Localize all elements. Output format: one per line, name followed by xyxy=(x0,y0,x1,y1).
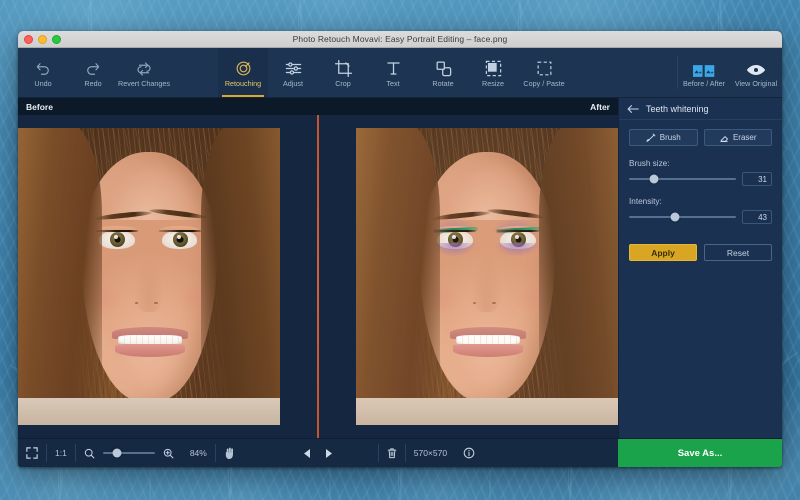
minimize-button[interactable] xyxy=(38,34,47,44)
pane-gap-left xyxy=(280,115,317,438)
brush-size-value[interactable]: 31 xyxy=(742,172,772,186)
portrait-before xyxy=(18,128,280,425)
before-image-pane[interactable] xyxy=(18,128,280,425)
brush-mode-label: Brush xyxy=(659,133,681,142)
undo-button[interactable]: Undo xyxy=(18,48,68,97)
close-button[interactable] xyxy=(24,34,33,44)
window-title: Photo Retouch Movavi: Easy Portrait Edit… xyxy=(292,34,508,44)
panel-title: Teeth whitening xyxy=(646,103,709,114)
window-controls xyxy=(24,34,61,44)
zoom-button[interactable] xyxy=(52,34,61,44)
reset-button[interactable]: Reset xyxy=(704,244,772,261)
tool-retouching-label: Retouching xyxy=(224,78,262,88)
undo-label: Undo xyxy=(34,78,52,88)
window-titlebar: Photo Retouch Movavi: Easy Portrait Edit… xyxy=(18,31,782,48)
rotate-icon xyxy=(434,58,453,78)
image-canvas[interactable] xyxy=(18,115,619,438)
tool-resize-label: Resize xyxy=(482,78,504,88)
eraser-mode-label: Eraser xyxy=(732,133,757,142)
brush-size-label: Brush size: xyxy=(629,159,670,168)
panel-actions: Apply Reset xyxy=(629,244,772,261)
brush-size-knob[interactable] xyxy=(649,174,659,184)
tool-text-label: Text xyxy=(386,78,400,88)
before-after-button[interactable]: Before / After xyxy=(678,48,730,97)
pane-gap-right xyxy=(319,115,356,438)
tool-text[interactable]: Text xyxy=(368,48,418,97)
intensity-slider[interactable] xyxy=(629,212,736,222)
eraser-mode-button[interactable]: Eraser xyxy=(703,129,772,146)
toolbar-history-group: Undo Redo Revert Changes xyxy=(18,48,170,97)
redo-label: Redo xyxy=(84,78,102,88)
brush-size-slider-row: 31 xyxy=(629,172,772,186)
revert-changes-button[interactable]: Revert Changes xyxy=(118,48,170,97)
prev-arrow-icon[interactable] xyxy=(302,448,312,459)
before-label: Before xyxy=(26,101,53,112)
intensity-value[interactable]: 43 xyxy=(742,210,772,224)
tool-retouching[interactable]: Retouching xyxy=(218,48,268,97)
tool-adjust-label: Adjust xyxy=(283,78,303,88)
resize-icon xyxy=(484,58,503,78)
brush-icon xyxy=(646,133,656,143)
view-original-button[interactable]: View Original xyxy=(730,48,782,97)
tool-adjust[interactable]: Adjust xyxy=(268,48,318,97)
intensity-label: Intensity: xyxy=(629,197,662,206)
tool-crop[interactable]: Crop xyxy=(318,48,368,97)
application-window: Photo Retouch Movavi: Easy Portrait Edit… xyxy=(18,31,782,467)
brush-mode-row: Brush Eraser xyxy=(629,129,772,146)
adjust-icon xyxy=(284,58,303,78)
view-original-label: View Original xyxy=(734,78,778,88)
tool-crop-label: Crop xyxy=(335,78,351,88)
main-content: Before After Teeth whitening Brush Erase… xyxy=(18,98,782,438)
copy-paste-icon xyxy=(535,58,554,78)
retouching-icon xyxy=(234,58,253,78)
panel-body: Brush Eraser Brush size: 31 Intensity: 4… xyxy=(619,120,782,261)
brush-size-slider[interactable] xyxy=(629,174,736,184)
eraser-icon xyxy=(719,133,729,143)
canvas-column: Before After xyxy=(18,98,619,438)
intensity-knob[interactable] xyxy=(670,212,680,222)
portrait-after xyxy=(356,128,619,425)
toolbar-view-group: Before / After View Original xyxy=(677,48,782,97)
undo-icon xyxy=(34,58,52,78)
before-after-icon xyxy=(693,58,715,78)
tool-rotate[interactable]: Rotate xyxy=(418,48,468,97)
redo-icon xyxy=(84,58,102,78)
before-after-labels-bar: Before After xyxy=(18,98,618,115)
tool-rotate-label: Rotate xyxy=(432,78,454,88)
apply-button[interactable]: Apply xyxy=(629,244,697,261)
arrow-left-icon[interactable] xyxy=(627,104,639,114)
save-as-button[interactable]: Save As... xyxy=(617,439,782,467)
tool-options-panel: Teeth whitening Brush Eraser Brush size:… xyxy=(618,98,782,438)
before-after-label: Before / After xyxy=(683,78,725,88)
text-icon xyxy=(384,58,403,78)
crop-icon xyxy=(334,58,353,78)
brush-mode-button[interactable]: Brush xyxy=(629,129,698,146)
revert-icon xyxy=(135,58,153,78)
before-after-split-handle[interactable] xyxy=(317,115,319,438)
next-arrow-icon[interactable] xyxy=(324,448,334,459)
intensity-slider-row: 43 xyxy=(629,210,772,224)
eye-icon xyxy=(746,58,766,78)
main-toolbar: Undo Redo Revert Changes Retouching Adju… xyxy=(18,48,782,98)
toolbar-tools-group: Retouching Adjust Crop Text Rotate Resiz… xyxy=(218,48,570,97)
tool-copy-paste[interactable]: Copy / Paste xyxy=(518,48,570,97)
after-image-pane[interactable] xyxy=(356,128,619,425)
tool-copy-paste-label: Copy / Paste xyxy=(523,78,565,88)
bottom-toolbar: 1:1 84% 570×570 Save As... xyxy=(18,438,782,467)
image-navigation xyxy=(18,448,618,459)
panel-header: Teeth whitening xyxy=(619,98,782,120)
redo-button[interactable]: Redo xyxy=(68,48,118,97)
revert-changes-label: Revert Changes xyxy=(118,78,170,88)
after-label: After xyxy=(590,101,610,112)
tool-resize[interactable]: Resize xyxy=(468,48,518,97)
